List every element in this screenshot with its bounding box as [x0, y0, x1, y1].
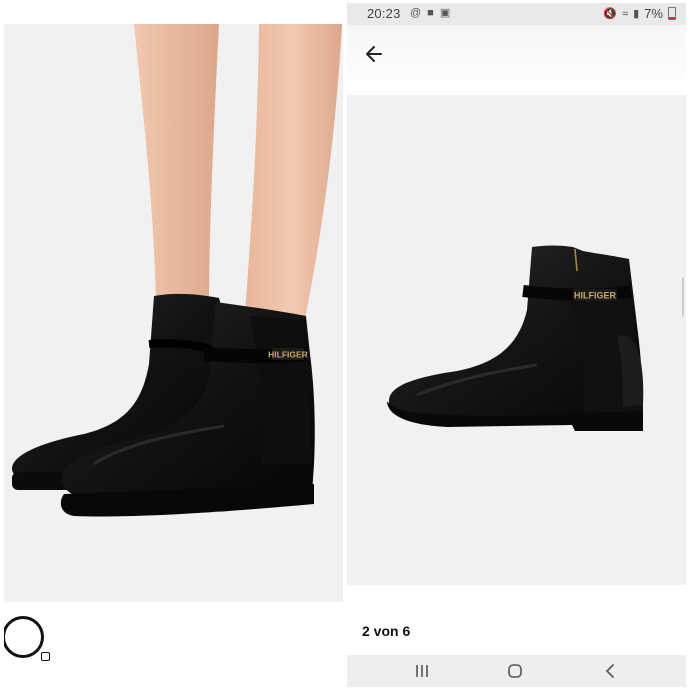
phone-screen: 20:23 @ ■ ▣ 🔇 ≈ ▮ 7% HILFIGER 2 von 6: [347, 3, 686, 687]
app-header: [347, 25, 686, 95]
android-nav-bar: [347, 655, 686, 687]
app-notification-icon: ▣: [439, 7, 451, 19]
spinner-tab-icon: [41, 652, 50, 661]
battery-icon: [668, 7, 676, 20]
chevron-left-icon: [605, 664, 614, 678]
back-button[interactable]: [361, 41, 387, 67]
model-boots-photo: HILFIGER: [4, 24, 343, 602]
boot-product-illustration: HILFIGER: [387, 245, 644, 431]
battery-percent: 7%: [644, 6, 663, 21]
mute-icon: 🔇: [603, 7, 618, 20]
nav-back-button[interactable]: [590, 660, 630, 682]
left-leg: [44, 24, 219, 309]
image-counter: 2 von 6: [362, 623, 411, 639]
loading-spinner-icon: [4, 616, 44, 658]
brand-plate-right: HILFIGER: [574, 291, 616, 301]
shopping-bag-icon: ■: [427, 7, 434, 19]
left-product-panel: HILFIGER: [4, 24, 343, 686]
model-boots-illustration: HILFIGER: [12, 24, 342, 517]
signal-icon: ▮: [633, 7, 640, 20]
status-time: 20:23: [367, 6, 401, 21]
wifi-icon: ≈: [622, 7, 629, 20]
status-bar: 20:23 @ ■ ▣ 🔇 ≈ ▮ 7%: [347, 3, 686, 25]
right-leg: [244, 24, 342, 324]
home-icon: [508, 664, 522, 678]
scroll-indicator: [682, 277, 684, 317]
product-image-viewer[interactable]: HILFIGER: [347, 95, 686, 585]
arrow-left-icon: [366, 46, 382, 62]
home-button[interactable]: [495, 660, 535, 682]
recents-button[interactable]: [402, 660, 442, 682]
at-icon: @: [410, 7, 422, 19]
recents-icon: [416, 665, 428, 677]
brand-plate-left: HILFIGER: [268, 350, 308, 360]
left-footer: [4, 602, 343, 686]
